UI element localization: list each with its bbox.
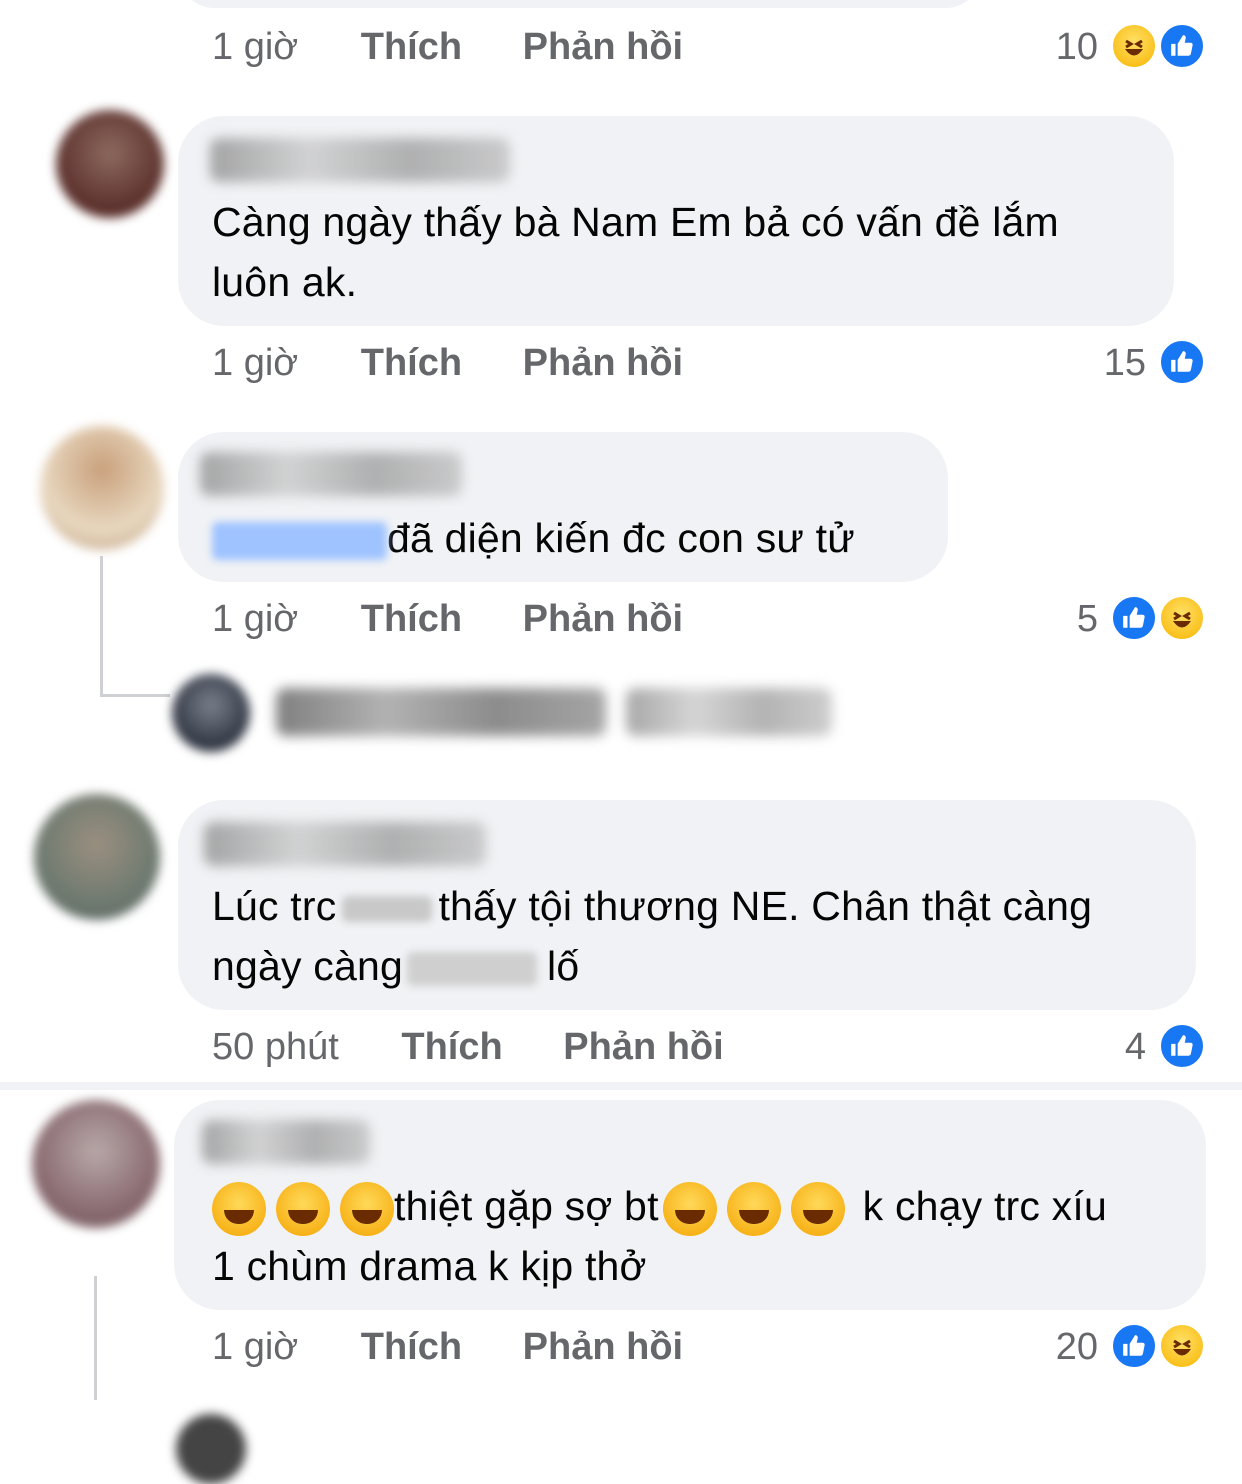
redacted-text xyxy=(407,952,538,987)
thread-line xyxy=(100,556,103,696)
comment-meta-4: 1 giờ Thích Phản hồi xyxy=(212,1326,683,1369)
like-action[interactable]: Thích xyxy=(361,26,462,68)
reaction-count[interactable]: 20 xyxy=(1040,1326,1098,1369)
reaction-count[interactable]: 15 xyxy=(1090,342,1146,385)
comment-text: thấy tội thương NE. Chân thật càng xyxy=(438,883,1093,929)
reaction-count[interactable]: 5 xyxy=(1064,598,1098,641)
reply-action[interactable]: Phản hồi xyxy=(523,1326,683,1368)
tagged-name[interactable] xyxy=(212,522,387,561)
reply-action[interactable]: Phản hồi xyxy=(523,598,683,640)
haha-reaction-icon xyxy=(1158,1322,1206,1370)
rofl-emoji-icon xyxy=(726,1182,781,1237)
commenter-name[interactable] xyxy=(204,822,486,866)
comment-meta-2: 1 giờ Thích Phản hồi xyxy=(212,598,683,641)
rofl-emoji-icon xyxy=(340,1182,394,1237)
haha-reaction-icon xyxy=(1158,594,1206,642)
rofl-emoji-icon xyxy=(212,1182,266,1237)
reply-preview[interactable] xyxy=(276,688,606,736)
comment-text: Lúc trc xyxy=(212,883,337,929)
comment-time[interactable]: 1 giờ xyxy=(212,26,298,68)
comment-text: thiệt gặp sợ bt xyxy=(394,1183,659,1229)
like-action[interactable]: Thích xyxy=(361,1326,462,1368)
rofl-emoji-icon xyxy=(790,1182,845,1237)
comment-text: đã diện kiến đc con sư tử xyxy=(387,515,855,561)
rofl-emoji-icon xyxy=(662,1182,717,1237)
reply-action[interactable]: Phản hồi xyxy=(563,1026,723,1068)
comment-text: lố xyxy=(547,943,580,989)
reply-avatar[interactable] xyxy=(172,674,250,752)
comment-time[interactable]: 1 giờ xyxy=(212,342,298,384)
commenter-name[interactable] xyxy=(202,1120,370,1164)
haha-reaction-icon xyxy=(1110,22,1158,70)
comment-time[interactable]: 1 giờ xyxy=(212,1326,298,1368)
avatar[interactable] xyxy=(40,426,164,550)
section-divider xyxy=(0,1082,1242,1090)
like-action[interactable]: Thích xyxy=(401,1026,502,1068)
comment-meta-0: 1 giờ Thích Phản hồi xyxy=(212,26,683,69)
comment-text: ngày càng xyxy=(212,943,404,989)
comment-text-line: Càng ngày thấy bà Nam Em bả có vấn đề lắ… xyxy=(212,199,1059,245)
like-reaction-icon xyxy=(1158,22,1206,70)
comment-meta-3: 50 phút Thích Phản hồi xyxy=(212,1026,724,1069)
like-action[interactable]: Thích xyxy=(361,598,462,640)
like-reaction-icon xyxy=(1158,1022,1206,1070)
comment-bubble-previous xyxy=(180,0,980,8)
commenter-name[interactable] xyxy=(210,138,510,182)
comment-text-line: ngày càng lố xyxy=(212,936,579,996)
avatar[interactable] xyxy=(56,110,164,218)
avatar[interactable] xyxy=(34,794,160,920)
comment-time[interactable]: 50 phút xyxy=(212,1026,339,1068)
redacted-text xyxy=(342,896,433,923)
thread-line xyxy=(94,1276,97,1400)
rofl-emoji-icon xyxy=(276,1182,330,1237)
like-reaction-icon xyxy=(1110,594,1158,642)
comment-time[interactable]: 1 giờ xyxy=(212,598,298,640)
like-reaction-icon xyxy=(1110,1322,1158,1370)
comment-text-line: luôn ak. xyxy=(212,259,358,305)
comment-text-line: Lúc trc thấy tội thương NE. Chân thật càn… xyxy=(212,876,1092,936)
reply-action[interactable]: Phản hồi xyxy=(523,26,683,68)
commenter-name[interactable] xyxy=(200,452,462,496)
reaction-count[interactable]: 4 xyxy=(1110,1026,1146,1069)
comment-text-line: đã diện kiến đc con sư tử xyxy=(212,508,855,568)
comment-text-line: thiệt gặp sợ bt k chạy trc xíu xyxy=(212,1176,1107,1237)
reaction-count[interactable]: 10 xyxy=(1040,26,1098,69)
comment-text: k chạy trc xíu xyxy=(862,1183,1107,1229)
reply-preview-text[interactable] xyxy=(626,688,832,736)
like-action[interactable]: Thích xyxy=(361,342,462,384)
reply-action[interactable]: Phản hồi xyxy=(523,342,683,384)
comment-text-line: 1 chùm drama k kịp thở xyxy=(212,1243,647,1289)
like-reaction-icon xyxy=(1158,338,1206,386)
comment-meta-1: 1 giờ Thích Phản hồi xyxy=(212,342,683,385)
avatar[interactable] xyxy=(32,1100,160,1228)
thread-line xyxy=(100,694,170,697)
